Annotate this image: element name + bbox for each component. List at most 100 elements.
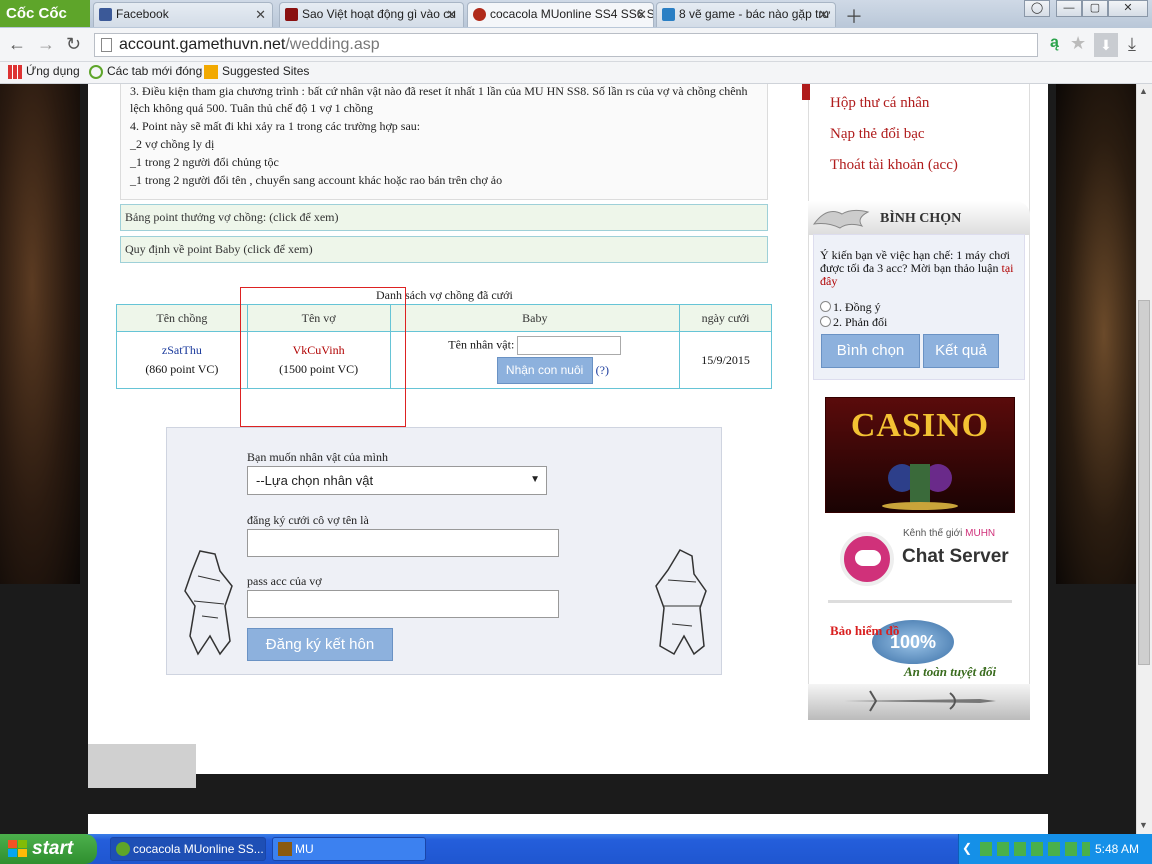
wedding-date: 15/9/2015 — [679, 331, 772, 389]
profile-icon[interactable]: ◯ — [1024, 0, 1050, 17]
header-date: ngày cưới — [679, 304, 772, 332]
rule-line: lệch không quá 500. Tuân thủ chế độ 1 vợ… — [130, 101, 373, 115]
radio-icon[interactable] — [820, 301, 831, 312]
tab-8-ve-game[interactable]: 8 vẽ game - bác nào gặp trư ✕ — [656, 2, 836, 27]
rule-line: 4. Point này sẽ mất đi khi xảy ra 1 tron… — [130, 119, 421, 133]
husband-name: zSatThu — [161, 343, 202, 357]
rule-line: _1 trong 2 người đổi tên , chuyển sang a… — [130, 173, 503, 187]
sidebar-link-inbox[interactable]: Hộp thư cá nhân — [830, 95, 929, 112]
tab-label: Sao Việt hoạt động gì vào cu — [302, 7, 456, 21]
close-icon[interactable]: ✕ — [255, 3, 266, 26]
taskbar-button-mu[interactable]: MU — [272, 837, 426, 861]
baby-name-input[interactable] — [517, 336, 622, 355]
couples-table: Tên chồng Tên vợ Baby ngày cưới zSatThu … — [116, 304, 772, 389]
insurance-title: Bảo hiểm đồ — [830, 623, 900, 638]
casino-banner-text: CASINO — [850, 407, 990, 444]
character-select[interactable]: --Lựa chọn nhân vật ▼ — [247, 466, 547, 495]
history-icon — [89, 65, 103, 79]
adopt-child-button[interactable]: Nhận con nuôi — [496, 357, 593, 384]
close-icon[interactable]: ✕ — [446, 3, 457, 26]
dropdown-arrow-icon: ▼ — [530, 474, 540, 485]
clock: 5:48 AM — [1095, 842, 1140, 856]
tab-cocacola-muonline[interactable]: cocacola MUonline SS4 SS6 S ✕ — [467, 2, 654, 27]
sidebar-link-logout[interactable]: Thoát tài khoản (acc) — [830, 157, 958, 174]
vote-button[interactable]: Bình chọn — [821, 334, 920, 368]
maximize-icon[interactable]: ▢ — [1082, 0, 1108, 17]
windows-logo-icon — [8, 840, 27, 857]
content-bottom — [88, 814, 1048, 834]
bookmark-closed-tabs[interactable]: Các tab mới đóng — [87, 64, 202, 79]
new-tab-icon[interactable]: ＋ — [845, 3, 863, 29]
tray-icons[interactable] — [980, 842, 1090, 856]
tray-expand-icon[interactable]: ❮ — [962, 841, 972, 855]
character-select-value: --Lựa chọn nhân vật — [256, 473, 374, 488]
tab-label: cocacola MUonline SS4 SS6 S — [490, 7, 654, 21]
result-button[interactable]: Kết quả — [923, 334, 999, 368]
url-text[interactable]: account.gamethuvn.net/wedding.asp — [119, 36, 380, 54]
baby-rules-link[interactable]: Quy định về point Baby (click để xem) — [120, 236, 768, 263]
help-link[interactable]: (?) — [596, 363, 609, 377]
warrior-left-illustration — [184, 550, 233, 656]
insurance-slogan: An toàn tuyệt đối — [904, 664, 997, 679]
warrior-right-illustration — [655, 549, 707, 656]
tab-facebook[interactable]: Facebook ✕ — [93, 2, 273, 27]
apps-icon — [8, 65, 22, 79]
close-icon[interactable]: ✕ — [818, 3, 829, 26]
tab-sao-viet[interactable]: Sao Việt hoạt động gì vào cu ✕ — [279, 2, 464, 27]
star-icon[interactable]: ★ — [1070, 33, 1086, 54]
wife-pass-input[interactable] — [247, 590, 559, 618]
highlight-annotation-box — [240, 287, 406, 427]
forward-icon[interactable]: → — [37, 34, 55, 55]
download-icon[interactable]: ⬇ — [1094, 33, 1118, 57]
sword-icon — [844, 690, 996, 712]
chat-server-title: Chat Server — [902, 546, 1009, 567]
sidebar-red-accent — [802, 84, 810, 100]
mu-game-icon — [278, 842, 292, 856]
choose-character-label: Bạn muốn nhân vật của mình — [247, 450, 388, 464]
close-icon[interactable]: ✕ — [636, 3, 647, 26]
rule-line: _2 vợ chồng ly dị — [130, 137, 215, 151]
tab-label: 8 vẽ game - bác nào gặp trư — [679, 7, 831, 21]
g-icon — [662, 8, 675, 21]
taskbar-button-browser[interactable]: cocacola MUonline SS... — [110, 837, 266, 861]
window-close-icon[interactable]: ✕ — [1108, 0, 1148, 17]
minimize-icon[interactable]: — — [1056, 0, 1082, 17]
wife-name-input[interactable] — [247, 529, 559, 557]
chat-bubble-inner — [855, 550, 881, 566]
bonus-points-link[interactable]: Bảng point thưởng vợ chồng: (click để xe… — [120, 204, 768, 231]
back-icon[interactable]: ← — [8, 34, 26, 55]
scroll-down-icon[interactable]: ▼ — [1139, 820, 1148, 830]
vote-option-agree[interactable]: 1. Đồng ý — [820, 300, 881, 315]
left-background-art — [0, 84, 80, 584]
footer-gray-block — [88, 744, 196, 788]
scrollbar-thumb[interactable] — [1138, 300, 1150, 665]
vote-title: BÌNH CHỌN — [880, 211, 962, 226]
rule-line: 3. Điều kiện tham gia chương trình : bất… — [130, 84, 748, 98]
header-baby: Baby — [389, 304, 681, 332]
casino-characters-illustration — [882, 464, 958, 510]
vote-question: Ý kiến bạn về việc hạn chế: 1 máy chơi đ… — [820, 248, 1014, 288]
husband-points: (860 point VC) — [145, 362, 219, 376]
downloads-tray-icon[interactable]: ⤓ — [1128, 34, 1136, 55]
sidebar-link-topup[interactable]: Nạp thẻ đổi bạc — [830, 126, 925, 143]
mu-icon — [473, 8, 486, 21]
right-background-art — [1056, 84, 1136, 584]
vote-option-disagree[interactable]: 2. Phản đối — [820, 315, 887, 330]
bookmark-suggested-sites[interactable]: Suggested Sites — [202, 64, 309, 79]
table-row: zSatThu (860 point VC) VkCuVinh (1500 po… — [116, 331, 772, 389]
rule-line: _1 trong 2 người đổi chủng tộc — [130, 155, 279, 169]
scroll-up-icon[interactable]: ▲ — [1139, 86, 1148, 96]
radio-icon[interactable] — [820, 316, 831, 327]
tab-label: Facebook — [116, 7, 169, 21]
reload-icon[interactable]: ↻ — [66, 34, 81, 55]
facebook-icon — [99, 8, 112, 21]
husband-cell: zSatThu (860 point VC) — [116, 331, 248, 389]
bookmark-apps[interactable]: Ứng dụng — [6, 64, 80, 79]
wife-pass-label: pass acc của vợ — [247, 574, 322, 588]
chat-channel-label: Kênh thế giới MUHN — [903, 528, 996, 539]
register-marriage-button[interactable]: Đăng ký kết hôn — [247, 628, 393, 661]
table-header-row: Tên chồng Tên vợ Baby ngày cưới — [116, 304, 772, 332]
coccoc-logo[interactable]: Cốc Cốc — [0, 0, 90, 27]
dragon-icon — [812, 209, 870, 229]
translate-icon[interactable]: ą — [1050, 34, 1059, 52]
